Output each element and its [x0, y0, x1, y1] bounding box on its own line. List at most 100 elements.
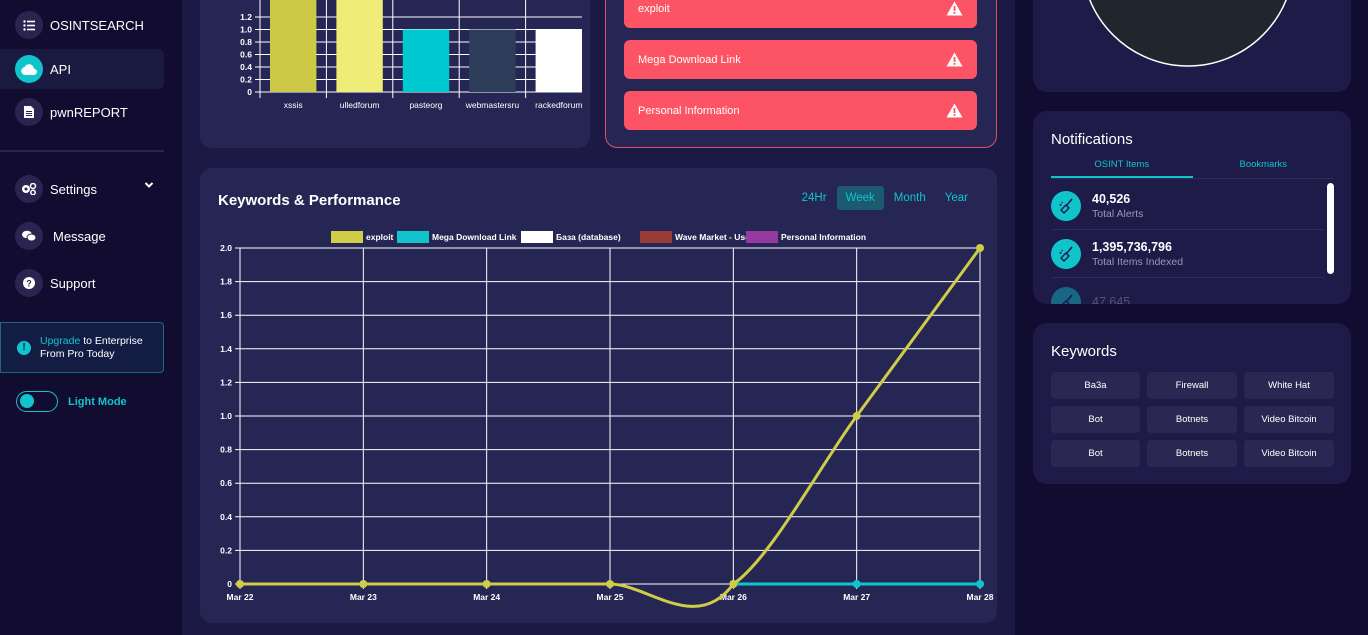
- notification-value: 40,526: [1092, 192, 1131, 206]
- chat-icon: [15, 222, 43, 250]
- keyword-chip[interactable]: Botnets: [1147, 406, 1237, 433]
- y-tick-label: 0.2: [240, 75, 252, 85]
- warning-icon: [946, 52, 963, 67]
- x-tick-label: xssis: [284, 100, 303, 110]
- pie-chart-card: [1033, 0, 1351, 92]
- keywords-performance-card: Keywords & Performance 24Hr Week Month Y…: [200, 168, 997, 623]
- alert-item[interactable]: Personal Information: [624, 91, 977, 130]
- x-tick-label: Mar 22: [227, 592, 254, 602]
- x-tick-label: Mar 27: [843, 592, 870, 602]
- y-tick-label: 1.0: [240, 25, 252, 35]
- data-point: [852, 580, 861, 588]
- notification-value: 1,395,736,796: [1092, 240, 1172, 254]
- x-tick-label: Mar 25: [597, 592, 624, 602]
- warning-icon: [946, 1, 963, 16]
- y-tick-label: 0.6: [220, 478, 232, 488]
- y-tick-label: 1.0: [220, 411, 232, 421]
- sidebar-item-label: OSINTSEARCH: [50, 17, 144, 33]
- sidebar-item-settings[interactable]: Settings: [0, 169, 164, 209]
- sidebar-item-label: Support: [50, 275, 96, 291]
- pie-chart: [1089, 0, 1287, 67]
- sidebar: OSINTSEARCH API pwnREPORT Settings Messa…: [0, 0, 182, 635]
- keyword-chip[interactable]: Botnets: [1147, 440, 1237, 467]
- right-column: Notifications OSINT Items Bookmarks 40,5…: [1015, 0, 1368, 635]
- y-tick-label: 0: [227, 579, 232, 589]
- data-point: [236, 580, 244, 588]
- keyword-chip[interactable]: Ba3a: [1051, 372, 1140, 399]
- theme-toggle[interactable]: [16, 391, 58, 412]
- data-point: [729, 580, 738, 588]
- sidebar-item-label: Settings: [50, 181, 97, 197]
- keyword-chip[interactable]: Video Bitcoin: [1244, 406, 1334, 433]
- notification-item[interactable]: 47,645: [1051, 278, 1325, 304]
- toggle-knob: [20, 394, 34, 408]
- data-point: [359, 580, 368, 588]
- notifications-card: Notifications OSINT Items Bookmarks 40,5…: [1033, 111, 1351, 304]
- tab-osint-items[interactable]: OSINT Items: [1051, 157, 1193, 178]
- sidebar-item-osintsearch[interactable]: OSINTSEARCH: [0, 5, 164, 45]
- upgrade-link[interactable]: Upgrade: [40, 335, 80, 347]
- keyword-chip[interactable]: Bot: [1051, 440, 1140, 467]
- alert-item[interactable]: Mega Download Link: [624, 40, 977, 79]
- x-tick-label: webmastersru: [465, 100, 520, 110]
- sidebar-item-label: pwnREPORT: [50, 104, 128, 120]
- x-tick-label: Mar 24: [473, 592, 500, 602]
- cloud-icon: [15, 55, 43, 83]
- data-point: [976, 580, 984, 588]
- sidebar-item-label: Message: [53, 228, 106, 244]
- keyword-chip[interactable]: White Hat: [1244, 372, 1334, 399]
- chevron-down-icon: [144, 182, 154, 188]
- broom-icon: [1051, 239, 1081, 269]
- sources-bar-chart-card: 0 0.2 0.4 0.6 0.8 1.0 1.2 xssis ulledforum pasteo…: [200, 0, 593, 148]
- y-tick-label: 1.2: [240, 12, 252, 22]
- warning-icon: [946, 103, 963, 118]
- legend-swatch: [640, 231, 672, 243]
- bar: [469, 29, 516, 92]
- broom-icon: [1051, 191, 1081, 221]
- legend-label: Personal Information: [781, 232, 866, 242]
- keyword-chip[interactable]: Bot: [1051, 406, 1140, 433]
- data-point: [976, 244, 984, 252]
- y-tick-label: 0.4: [220, 512, 232, 522]
- bar: [402, 29, 450, 92]
- notification-label: Total Items Indexed: [1092, 256, 1184, 268]
- alert-item[interactable]: exploit: [624, 0, 977, 28]
- info-icon: !: [17, 340, 31, 355]
- notification-item[interactable]: 40,526 Total Alerts: [1051, 183, 1325, 230]
- gears-icon: [15, 175, 43, 203]
- upgrade-banner: ! Upgrade to Enterprise From Pro Today: [0, 322, 164, 373]
- legend-label: База (database): [556, 232, 621, 242]
- data-point: [852, 412, 861, 420]
- list-icon: [15, 11, 43, 39]
- y-tick-label: 1.4: [220, 344, 232, 354]
- y-tick-label: 1.6: [220, 310, 232, 320]
- bar: [336, 0, 383, 92]
- sidebar-divider: [0, 150, 164, 152]
- bar: [535, 29, 582, 92]
- x-tick-label: pasteorg: [409, 100, 442, 110]
- legend-swatch: [521, 231, 553, 243]
- notification-value: 47,645: [1092, 294, 1131, 305]
- legend-swatch: [746, 231, 778, 243]
- keyword-chip[interactable]: Video Bitcoin: [1244, 440, 1334, 467]
- sidebar-item-message[interactable]: Message: [0, 216, 164, 256]
- legend-label: Wave Market - User: [675, 232, 754, 242]
- question-icon: ?: [15, 269, 43, 297]
- keyword-chip[interactable]: Firewall: [1147, 372, 1237, 399]
- x-tick-label: Mar 23: [350, 592, 377, 602]
- svg-text:?: ?: [26, 279, 32, 289]
- x-tick-label: Mar 28: [967, 592, 994, 602]
- legend-label: Mega Download Link: [432, 232, 517, 242]
- sidebar-item-api[interactable]: API: [0, 49, 164, 89]
- y-tick-label: 0.6: [240, 50, 252, 60]
- x-tick-label: ulledforum: [340, 100, 380, 110]
- sidebar-item-pwnreport[interactable]: pwnREPORT: [0, 92, 164, 132]
- y-tick-label: 0.8: [240, 37, 252, 47]
- keywords-card: Keywords Ba3a Firewall White Hat Bot Bot…: [1033, 323, 1351, 484]
- notifications-scrollbar[interactable]: [1327, 183, 1334, 274]
- notification-label: Total Alerts: [1092, 208, 1144, 220]
- notification-item[interactable]: 1,395,736,796 Total Items Indexed: [1051, 231, 1325, 278]
- sidebar-item-support[interactable]: ? Support: [0, 263, 164, 303]
- tab-bookmarks[interactable]: Bookmarks: [1193, 157, 1335, 178]
- main-content: 0 0.2 0.4 0.6 0.8 1.0 1.2 xssis ulledforum pasteo…: [182, 0, 1015, 635]
